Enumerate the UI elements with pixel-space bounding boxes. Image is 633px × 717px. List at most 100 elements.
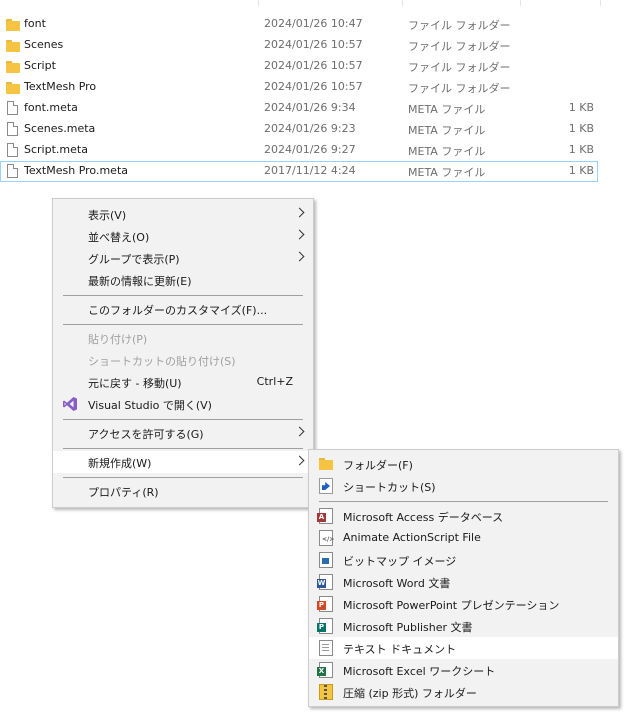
bitmap-icon — [319, 552, 333, 568]
text-document-icon — [319, 640, 333, 656]
menu-item-label: 新規作成(W) — [88, 457, 152, 470]
menu-item-label: 並べ替え(O) — [88, 231, 150, 244]
menu-item-grant-access[interactable]: アクセスを許可する(G) — [53, 422, 313, 444]
menu-item-new[interactable]: 新規作成(W) — [53, 451, 313, 473]
column-divider[interactable] — [402, 0, 403, 6]
file-name: TextMesh Pro — [24, 80, 97, 93]
submenu-item-label: Animate ActionScript File — [343, 531, 481, 544]
file-type: META ファイル — [408, 103, 486, 116]
submenu-item-animate[interactable]: </> Animate ActionScript File — [309, 527, 618, 549]
menu-item-label: このフォルダーのカスタマイズ(F)... — [88, 304, 268, 317]
new-submenu: フォルダー(F) ショートカット(S) A Microsoft Access デ… — [308, 449, 619, 707]
shortcut-icon — [319, 478, 333, 494]
menu-item-paste[interactable]: 貼り付け(P) — [53, 327, 313, 349]
menu-item-customize[interactable]: このフォルダーのカスタマイズ(F)... — [53, 298, 313, 320]
file-type: META ファイル — [408, 145, 486, 158]
file-row-font-meta[interactable]: font.meta 2024/01/26 9:34 META ファイル 1 KB — [0, 98, 598, 119]
column-divider[interactable] — [600, 0, 601, 6]
submenu-item-label: フォルダー(F) — [343, 459, 413, 472]
submenu-item-label: ショートカット(S) — [343, 481, 436, 494]
file-name: Scenes — [24, 38, 64, 51]
excel-icon: X — [317, 662, 333, 678]
file-date: 2024/01/26 10:57 — [264, 59, 363, 72]
menu-item-label: 貼り付け(P) — [88, 333, 148, 346]
menu-item-view[interactable]: 表示(V) — [53, 203, 313, 225]
submenu-item-excel[interactable]: X Microsoft Excel ワークシート — [309, 659, 618, 681]
file-name: Script — [24, 59, 56, 72]
menu-separator — [63, 324, 303, 325]
submenu-item-label: 圧縮 (zip 形式) フォルダー — [343, 687, 477, 700]
powerpoint-icon: P — [317, 596, 333, 612]
menu-item-shortcut: Ctrl+Z — [256, 375, 293, 388]
file-size: 1 KB — [568, 122, 594, 135]
submenu-item-publisher[interactable]: P Microsoft Publisher 文書 — [309, 615, 618, 637]
file-date: 2024/01/26 10:57 — [264, 80, 363, 93]
submenu-item-label: Microsoft Excel ワークシート — [343, 665, 496, 678]
submenu-item-access[interactable]: A Microsoft Access データベース — [309, 505, 618, 527]
folder-icon — [319, 458, 333, 470]
file-type: META ファイル — [408, 124, 486, 137]
zip-folder-icon — [319, 684, 333, 700]
file-row-font[interactable]: font 2024/01/26 10:47 ファイル フォルダー — [0, 14, 598, 35]
context-menu: 表示(V) 並べ替え(O) グループで表示(P) 最新の情報に更新(E) このフ… — [52, 198, 314, 508]
file-size: 1 KB — [568, 101, 594, 114]
chevron-right-icon — [294, 251, 305, 262]
submenu-item-label: Microsoft Publisher 文書 — [343, 621, 473, 634]
file-name: Scenes.meta — [24, 122, 96, 135]
actionscript-file-icon: </> — [319, 530, 334, 546]
submenu-item-shortcut[interactable]: ショートカット(S) — [309, 475, 618, 497]
menu-item-refresh[interactable]: 最新の情報に更新(E) — [53, 269, 313, 291]
file-size: 1 KB — [568, 143, 594, 156]
file-date: 2024/01/26 9:23 — [264, 122, 356, 135]
menu-item-label: ショートカットの貼り付け(S) — [88, 355, 236, 368]
menu-item-label: Visual Studio で開く(V) — [88, 399, 212, 412]
file-row-script[interactable]: Script 2024/01/26 10:57 ファイル フォルダー — [0, 56, 598, 77]
menu-item-undo[interactable]: 元に戻す - 移動(U) Ctrl+Z — [53, 371, 313, 393]
file-date: 2024/01/26 10:47 — [264, 17, 363, 30]
menu-item-label: グループで表示(P) — [88, 253, 180, 266]
file-icon — [6, 164, 20, 179]
file-size: 1 KB — [568, 164, 594, 177]
folder-icon — [6, 17, 20, 32]
file-date: 2024/01/26 9:34 — [264, 101, 356, 114]
submenu-item-bitmap[interactable]: ビットマップ イメージ — [309, 549, 618, 571]
file-date: 2024/01/26 9:27 — [264, 143, 356, 156]
submenu-item-powerpoint[interactable]: P Microsoft PowerPoint プレゼンテーション — [309, 593, 618, 615]
submenu-item-label: Microsoft Access データベース — [343, 511, 504, 524]
menu-separator — [63, 419, 303, 420]
file-row-script-meta[interactable]: Script.meta 2024/01/26 9:27 META ファイル 1 … — [0, 140, 598, 161]
menu-item-open-visual-studio[interactable]: Visual Studio で開く(V) — [53, 393, 313, 415]
folder-icon — [6, 38, 20, 53]
chevron-right-icon — [294, 455, 305, 466]
file-name: TextMesh Pro.meta — [24, 164, 128, 177]
file-row-scenes-meta[interactable]: Scenes.meta 2024/01/26 9:23 META ファイル 1 … — [0, 119, 598, 140]
menu-item-group[interactable]: グループで表示(P) — [53, 247, 313, 269]
menu-item-sort[interactable]: 並べ替え(O) — [53, 225, 313, 247]
folder-icon — [6, 59, 20, 74]
menu-item-label: プロパティ(R) — [88, 486, 159, 499]
submenu-item-label: ビットマップ イメージ — [343, 555, 457, 568]
file-type: META ファイル — [408, 166, 486, 179]
submenu-item-zip[interactable]: 圧縮 (zip 形式) フォルダー — [309, 681, 618, 703]
column-divider[interactable] — [258, 0, 259, 6]
file-type: ファイル フォルダー — [408, 82, 511, 95]
submenu-item-word[interactable]: W Microsoft Word 文書 — [309, 571, 618, 593]
submenu-item-text-document[interactable]: テキスト ドキュメント — [309, 637, 618, 659]
file-icon — [6, 122, 20, 137]
submenu-item-label: Microsoft PowerPoint プレゼンテーション — [343, 599, 560, 612]
visual-studio-icon — [63, 397, 77, 411]
file-name: font.meta — [24, 101, 78, 114]
menu-separator — [63, 477, 303, 478]
file-type: ファイル フォルダー — [408, 40, 511, 53]
file-row-scenes[interactable]: Scenes 2024/01/26 10:57 ファイル フォルダー — [0, 35, 598, 56]
menu-item-properties[interactable]: プロパティ(R) — [53, 480, 313, 502]
menu-item-label: アクセスを許可する(G) — [88, 428, 204, 441]
submenu-item-folder[interactable]: フォルダー(F) — [309, 453, 618, 475]
menu-separator — [63, 295, 303, 296]
chevron-right-icon — [294, 229, 305, 240]
file-row-textmesh-pro-meta[interactable]: TextMesh Pro.meta 2017/11/12 4:24 META フ… — [0, 161, 598, 182]
access-icon: A — [317, 508, 333, 524]
file-row-textmesh-pro[interactable]: TextMesh Pro 2024/01/26 10:57 ファイル フォルダー — [0, 77, 598, 98]
column-divider[interactable] — [520, 0, 521, 6]
menu-item-paste-shortcut[interactable]: ショートカットの貼り付け(S) — [53, 349, 313, 371]
